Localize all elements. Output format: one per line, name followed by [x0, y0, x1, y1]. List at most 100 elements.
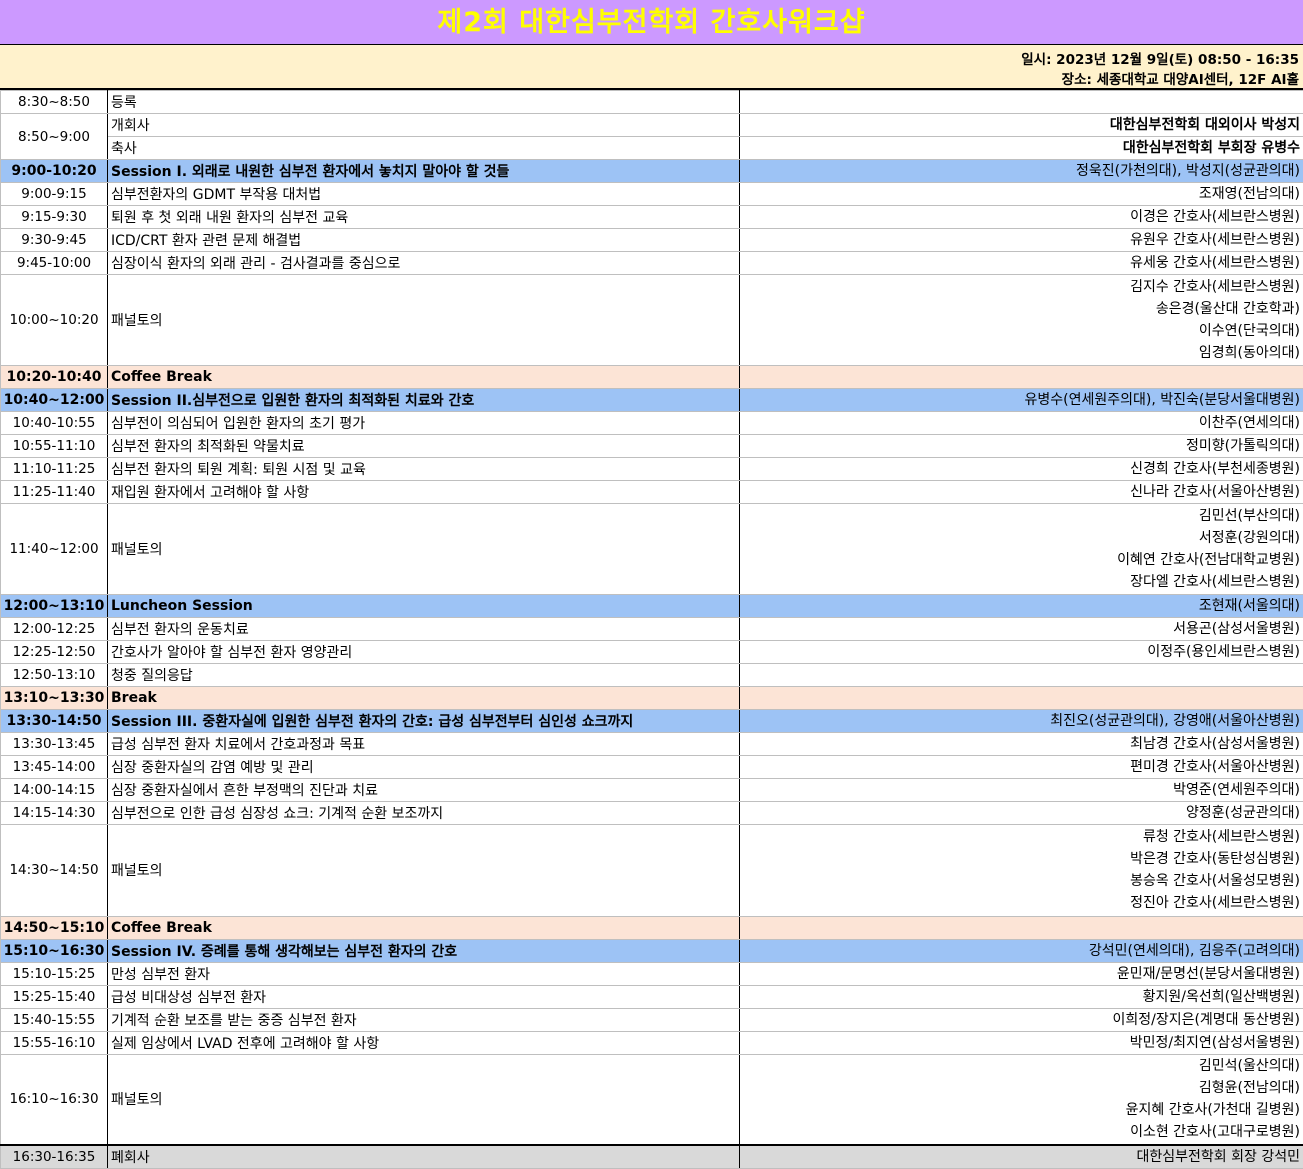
table-row: 15:40-15:55기계적 순환 보조를 받는 중증 심부전 환자이희정/장지… [1, 1008, 1303, 1031]
table-row: 11:40~12:00패널토의김민선(부산의대)서정훈(강원의대)이혜연 간호사… [1, 504, 1303, 595]
table-row: 15:25-15:40급성 비대상성 심부전 환자황지원/옥선희(일산백병원) [1, 985, 1303, 1008]
time-cell: 15:25-15:40 [1, 985, 108, 1008]
table-row: 9:15-9:30퇴원 후 첫 외래 내원 환자의 심부전 교육이경은 간호사(… [1, 206, 1303, 229]
topic-cell: 실제 임상에서 LVAD 전후에 고려해야 할 사항 [108, 1031, 740, 1054]
time-cell: 16:30-16:35 [1, 1145, 108, 1169]
speaker-name: 이소현 간호사(고대구로병원) [742, 1121, 1300, 1143]
table-row: 14:30~14:50패널토의류청 간호사(세브란스병원)박은경 간호사(동탄성… [1, 825, 1303, 916]
page-title: 제2회 대한심부전학회 간호사워크샵 [0, 0, 1303, 45]
topic-cell: 심부전 환자의 퇴원 계획: 퇴원 시점 및 교육 [108, 458, 740, 481]
table-row: 13:30-13:45급성 심부전 환자 치료에서 간호과정과 목표최남경 간호… [1, 733, 1303, 756]
speaker-cell: 최진오(성균관의대), 강영애(서울아산병원) [740, 710, 1303, 733]
speaker-name: 이정주(용인세브란스병원) [742, 641, 1300, 663]
speaker-name: 유원우 간호사(세브란스병원) [742, 229, 1300, 251]
time-cell: 9:00-10:20 [1, 160, 108, 183]
time-cell: 9:00-9:15 [1, 183, 108, 206]
topic-cell: Coffee Break [108, 916, 740, 939]
speaker-name: 대한심부전학회 부회장 유병수 [742, 137, 1300, 159]
topic-cell: 퇴원 후 첫 외래 내원 환자의 심부전 교육 [108, 206, 740, 229]
table-row: 10:40-10:55심부전이 의심되어 입원한 환자의 초기 평가이찬주(연세… [1, 412, 1303, 435]
topic-cell: 심장 중환자실에서 흔한 부정맥의 진단과 치료 [108, 779, 740, 802]
speaker-cell: 유원우 간호사(세브란스병원) [740, 229, 1303, 252]
event-date: 일시: 2023년 12월 9일(토) 08:50 - 16:35 [1021, 48, 1299, 68]
time-cell: 11:25-11:40 [1, 481, 108, 504]
speaker-name [742, 664, 1300, 686]
speaker-cell: 이찬주(연세의대) [740, 412, 1303, 435]
break-row: 14:50~15:10Coffee Break [1, 916, 1303, 939]
speaker-name: 양정훈(성균관의대) [742, 802, 1300, 824]
topic-cell: 축사 [108, 137, 740, 160]
speaker-cell: 편미경 간호사(서울아산병원) [740, 756, 1303, 779]
topic-cell: 패널토의 [108, 275, 740, 366]
session-row: 9:00-10:20Session I. 외래로 내원한 심부전 환자에서 놓치… [1, 160, 1303, 183]
speaker-cell: 박영준(연세원주의대) [740, 779, 1303, 802]
time-cell: 13:10~13:30 [1, 687, 108, 710]
speaker-name: 강석민(연세의대), 김응주(고려의대) [742, 940, 1300, 962]
speaker-name: 이혜연 간호사(전남대학교병원) [742, 549, 1300, 571]
table-row: 10:00~10:20패널토의김지수 간호사(세브란스병원)송은경(울산대 간호… [1, 275, 1303, 366]
table-row: 14:00-14:15심장 중환자실에서 흔한 부정맥의 진단과 치료박영준(연… [1, 779, 1303, 802]
table-row: 11:10-11:25심부전 환자의 퇴원 계획: 퇴원 시점 및 교육신경희 … [1, 458, 1303, 481]
speaker-cell: 김민선(부산의대)서정훈(강원의대)이혜연 간호사(전남대학교병원)장다엘 간호… [740, 504, 1303, 595]
break-row: 10:20-10:40Coffee Break [1, 366, 1303, 389]
topic-cell: Break [108, 687, 740, 710]
table-row: 9:00-9:15심부전환자의 GDMT 부작용 대처법조재영(전남의대) [1, 183, 1303, 206]
speaker-name: 박민정/최지연(삼성서울병원) [742, 1032, 1300, 1054]
speaker-name: 이수연(단국의대) [742, 320, 1300, 342]
topic-cell: 패널토의 [108, 825, 740, 916]
time-cell: 10:40-10:55 [1, 412, 108, 435]
speaker-cell: 김지수 간호사(세브란스병원)송은경(울산대 간호학과)이수연(단국의대)임경희… [740, 275, 1303, 366]
speaker-cell: 신경희 간호사(부천세종병원) [740, 458, 1303, 481]
speaker-name: 조현재(서울의대) [742, 595, 1300, 617]
table-row: 9:45-10:00심장이식 환자의 외래 관리 - 검사결과를 중심으로유세웅… [1, 252, 1303, 275]
speaker-name: 대한심부전학회 대외이사 박성지 [742, 114, 1300, 136]
speaker-name: 신경희 간호사(부천세종병원) [742, 458, 1300, 480]
topic-cell: Session II.심부전으로 입원한 환자의 최적화된 치료와 간호 [108, 389, 740, 412]
speaker-cell: 서용곤(삼성서울병원) [740, 618, 1303, 641]
speaker-name: 봉승옥 간호사(서울성모병원) [742, 870, 1300, 892]
session-row: 15:10~16:30Session IV. 증례를 통해 생각해보는 심부전 … [1, 939, 1303, 962]
speaker-name: 황지원/옥선희(일산백병원) [742, 986, 1300, 1008]
topic-cell: 심부전이 의심되어 입원한 환자의 초기 평가 [108, 412, 740, 435]
table-row: 11:25-11:40재입원 환자에서 고려해야 할 사항신나라 간호사(서울아… [1, 481, 1303, 504]
time-cell: 14:00-14:15 [1, 779, 108, 802]
speaker-name: 류청 간호사(세브란스병원) [742, 826, 1300, 848]
speaker-name: 장다엘 간호사(세브란스병원) [742, 571, 1300, 593]
speaker-cell: 최남경 간호사(삼성서울병원) [740, 733, 1303, 756]
table-row: 축사대한심부전학회 부회장 유병수 [1, 137, 1303, 160]
time-cell: 14:30~14:50 [1, 825, 108, 916]
speaker-cell: 조재영(전남의대) [740, 183, 1303, 206]
speaker-cell: 강석민(연세의대), 김응주(고려의대) [740, 939, 1303, 962]
time-cell: 12:25-12:50 [1, 641, 108, 664]
time-cell: 10:20-10:40 [1, 366, 108, 389]
speaker-name: 유병수(연세원주의대), 박진숙(분당서울대병원) [742, 389, 1300, 411]
speaker-name: 서정훈(강원의대) [742, 527, 1300, 549]
speaker-name: 박은경 간호사(동탄성심병원) [742, 848, 1300, 870]
speaker-cell: 양정훈(성균관의대) [740, 802, 1303, 825]
speaker-name: 최진오(성균관의대), 강영애(서울아산병원) [742, 710, 1300, 732]
speaker-name: 김형윤(전남의대) [742, 1077, 1300, 1099]
speaker-name: 윤지혜 간호사(가천대 길병원) [742, 1099, 1300, 1121]
topic-cell: Coffee Break [108, 366, 740, 389]
time-cell: 13:30-13:45 [1, 733, 108, 756]
topic-cell: 간호사가 알아야 할 심부전 환자 영양관리 [108, 641, 740, 664]
speaker-name [742, 687, 1300, 709]
speaker-name [742, 917, 1300, 939]
speaker-name: 윤민재/문명선(분당서울대병원) [742, 963, 1300, 985]
table-row: 10:55-11:10심부전 환자의 최적화된 약물치료정미향(가톨릭의대) [1, 435, 1303, 458]
speaker-name: 박영준(연세원주의대) [742, 779, 1300, 801]
table-row: 12:00-12:25심부전 환자의 운동치료서용곤(삼성서울병원) [1, 618, 1303, 641]
topic-cell: 폐회사 [108, 1145, 740, 1169]
speaker-cell: 박민정/최지연(삼성서울병원) [740, 1031, 1303, 1054]
speaker-cell: 대한심부전학회 회장 강석민 [740, 1145, 1303, 1169]
break-row: 13:10~13:30Break [1, 687, 1303, 710]
time-cell: 16:10~16:30 [1, 1054, 108, 1145]
topic-cell: 패널토의 [108, 1054, 740, 1145]
topic-cell: Session III. 중환자실에 입원한 심부전 환자의 간호: 급성 심부… [108, 710, 740, 733]
time-cell: 14:15-14:30 [1, 802, 108, 825]
speaker-name: 최남경 간호사(삼성서울병원) [742, 733, 1300, 755]
speaker-name: 유세웅 간호사(세브란스병원) [742, 252, 1300, 274]
table-row: 14:15-14:30심부전으로 인한 급성 심장성 쇼크: 기계적 순환 보조… [1, 802, 1303, 825]
topic-cell: 재입원 환자에서 고려해야 할 사항 [108, 481, 740, 504]
time-cell: 10:40~12:00 [1, 389, 108, 412]
